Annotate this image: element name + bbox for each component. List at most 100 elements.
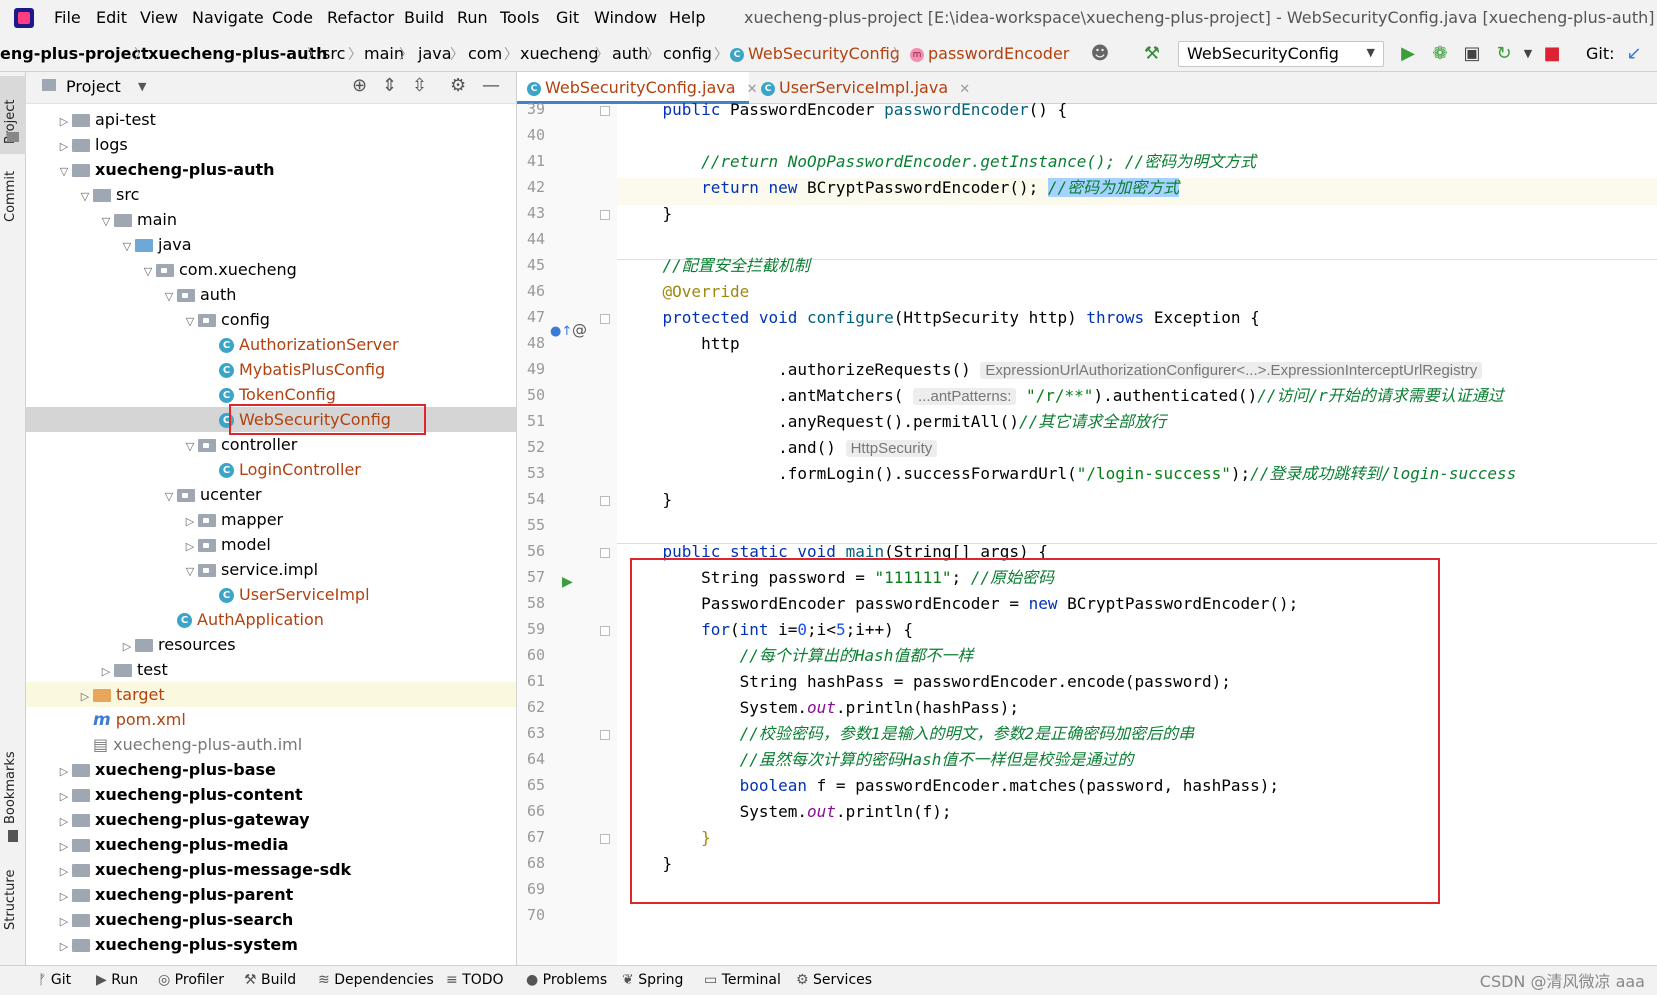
profile-icon[interactable]: ↻ xyxy=(1492,42,1516,66)
commit-tool-label[interactable]: Commit xyxy=(3,171,18,222)
debug-icon[interactable]: ❁ xyxy=(1428,42,1452,66)
more-chevron-icon[interactable]: ▼ xyxy=(1516,42,1540,66)
chevron-right-icon[interactable]: ▷ xyxy=(56,859,72,884)
collapse-all-icon[interactable]: ⇳ xyxy=(412,75,427,96)
chevron-down-icon[interactable]: ▽ xyxy=(182,559,198,584)
tree-item[interactable]: ▷ test xyxy=(98,657,168,682)
close-icon[interactable]: ✕ xyxy=(959,82,970,97)
tree-item[interactable]: ▷ mapper xyxy=(182,507,283,532)
bookmarks-tool-label[interactable]: Bookmarks xyxy=(3,751,18,824)
tree-item[interactable]: ▽ main xyxy=(98,207,177,232)
fold-marker-icon[interactable] xyxy=(600,210,610,220)
chevron-right-icon[interactable]: ▷ xyxy=(56,884,72,909)
chevron-down-icon[interactable]: ▽ xyxy=(161,484,177,509)
breadcrumb-src[interactable]: src xyxy=(322,44,345,63)
breadcrumb-config[interactable]: config xyxy=(663,44,712,63)
chevron-right-icon[interactable]: ▷ xyxy=(182,509,198,534)
tree-item[interactable]: ▷ xuecheng-plus-content xyxy=(56,782,303,807)
stop-icon[interactable]: ■ xyxy=(1540,42,1564,66)
tool-window-spring[interactable]: ❦ Spring xyxy=(622,972,683,988)
tree-item[interactable]: ▷ xuecheng-plus-system xyxy=(56,932,298,957)
chevron-down-icon[interactable]: ▽ xyxy=(182,309,198,334)
tree-item[interactable]: ▷ xuecheng-plus-message-sdk xyxy=(56,857,351,882)
tree-item[interactable]: ▽ service.impl xyxy=(182,557,318,582)
tool-window-dependencies[interactable]: ≋ Dependencies xyxy=(318,972,434,988)
tree-item[interactable]: ▽ src xyxy=(77,182,140,209)
breadcrumb-method[interactable]: m passwordEncoder xyxy=(910,44,1069,63)
tree-item[interactable]: ▽ ucenter xyxy=(161,482,262,507)
breadcrumb-module[interactable]: xuecheng-plus-auth xyxy=(148,44,328,63)
tree-item[interactable]: m pom.xml xyxy=(77,707,186,732)
tree-item[interactable]: ▷ resources xyxy=(119,632,236,657)
menu-refactor[interactable]: Refactor xyxy=(327,8,394,27)
chevron-down-icon[interactable]: ▽ xyxy=(77,184,93,209)
breadcrumb-main[interactable]: main xyxy=(364,44,404,63)
menu-file[interactable]: File xyxy=(54,8,81,27)
fold-marker-icon[interactable] xyxy=(600,626,610,636)
tree-item[interactable]: ▽ auth xyxy=(161,282,237,309)
chevron-right-icon[interactable]: ▷ xyxy=(56,759,72,784)
breadcrumb-java[interactable]: java xyxy=(418,44,452,63)
chevron-down-icon[interactable]: ▽ xyxy=(161,284,177,309)
menu-build[interactable]: Build xyxy=(404,8,444,27)
run-main-icon[interactable]: ▶ xyxy=(562,574,573,590)
structure-tool-label[interactable]: Structure xyxy=(3,870,18,930)
tool-window-run[interactable]: ▶ Run xyxy=(96,972,138,988)
fold-marker-icon[interactable] xyxy=(600,314,610,324)
hide-panel-icon[interactable]: — xyxy=(482,75,500,96)
tool-window-terminal[interactable]: ▭ Terminal xyxy=(704,972,781,988)
tool-window-services[interactable]: ⚙ Services xyxy=(796,972,872,988)
fold-marker-icon[interactable] xyxy=(600,496,610,506)
tree-item[interactable]: ▷ api-test xyxy=(56,107,156,132)
run-icon[interactable]: ▶ xyxy=(1396,42,1420,66)
user-icon[interactable]: ☻ xyxy=(1088,42,1112,66)
fold-marker-icon[interactable] xyxy=(600,106,610,116)
tree-item[interactable]: ▷ model xyxy=(182,532,271,557)
chevron-down-icon[interactable]: ▽ xyxy=(119,234,135,259)
menu-run[interactable]: Run xyxy=(457,8,488,27)
menu-help[interactable]: Help xyxy=(669,8,705,27)
build-hammer-icon[interactable]: ⚒ xyxy=(1140,42,1164,66)
coverage-icon[interactable]: ▣ xyxy=(1460,42,1484,66)
tree-item[interactable]: ▷ xuecheng-plus-parent xyxy=(56,882,294,909)
tree-item[interactable]: ▷ xuecheng-plus-media xyxy=(56,832,289,857)
chevron-right-icon[interactable]: ▷ xyxy=(56,784,72,809)
git-update-icon[interactable]: ↙ xyxy=(1622,42,1646,66)
tree-item[interactable]: C AuthorizationServer xyxy=(203,332,399,357)
menu-git[interactable]: Git xyxy=(556,8,579,27)
gear-icon[interactable]: ⚙ xyxy=(450,75,466,96)
tree-item[interactable]: ▷ target xyxy=(77,682,165,707)
chevron-right-icon[interactable]: ▷ xyxy=(56,809,72,834)
chevron-down-icon[interactable]: ▼ xyxy=(138,80,146,93)
tree-item[interactable]: ▽ xuecheng-plus-auth xyxy=(56,157,275,182)
tree-item[interactable]: C AuthApplication xyxy=(161,607,324,632)
chevron-right-icon[interactable]: ▷ xyxy=(56,134,72,159)
tree-item[interactable]: ▽ java xyxy=(119,232,192,257)
breadcrumb-project[interactable]: eng-plus-project xyxy=(0,44,149,63)
chevron-right-icon[interactable]: ▷ xyxy=(56,909,72,934)
chevron-right-icon[interactable]: ▷ xyxy=(119,634,135,659)
tool-window-git[interactable]: ᚠ Git xyxy=(38,972,71,988)
chevron-down-icon[interactable]: ▽ xyxy=(98,209,114,234)
tree-item[interactable]: C UserServiceImpl xyxy=(203,582,370,607)
tree-item[interactable]: ▽ com.xuecheng xyxy=(140,257,297,282)
tree-item[interactable]: ▤ xuecheng-plus-auth.iml xyxy=(77,732,302,757)
tree-item[interactable]: C MybatisPlusConfig xyxy=(203,357,385,382)
tool-window-todo[interactable]: ≡ TODO xyxy=(446,972,504,988)
menu-tools[interactable]: Tools xyxy=(500,8,539,27)
menu-view[interactable]: View xyxy=(140,8,178,27)
tree-item[interactable]: ▷ logs xyxy=(56,132,128,157)
expand-all-icon[interactable]: ⇕ xyxy=(382,75,397,96)
fold-marker-icon[interactable] xyxy=(600,834,610,844)
chevron-down-icon[interactable]: ▽ xyxy=(182,434,198,459)
chevron-right-icon[interactable]: ▷ xyxy=(56,834,72,859)
chevron-right-icon[interactable]: ▷ xyxy=(56,109,72,134)
fold-marker-icon[interactable] xyxy=(600,548,610,558)
chevron-right-icon[interactable]: ▷ xyxy=(182,534,198,559)
tool-window-build[interactable]: ⚒ Build xyxy=(244,972,296,988)
tree-item[interactable]: ▽ controller xyxy=(182,432,298,459)
breadcrumb-auth[interactable]: auth xyxy=(612,44,648,63)
tree-item[interactable]: ▷ xuecheng-plus-search xyxy=(56,907,293,932)
breadcrumb-xuecheng[interactable]: xuecheng xyxy=(520,44,599,63)
tree-item[interactable]: C LoginController xyxy=(203,457,361,482)
